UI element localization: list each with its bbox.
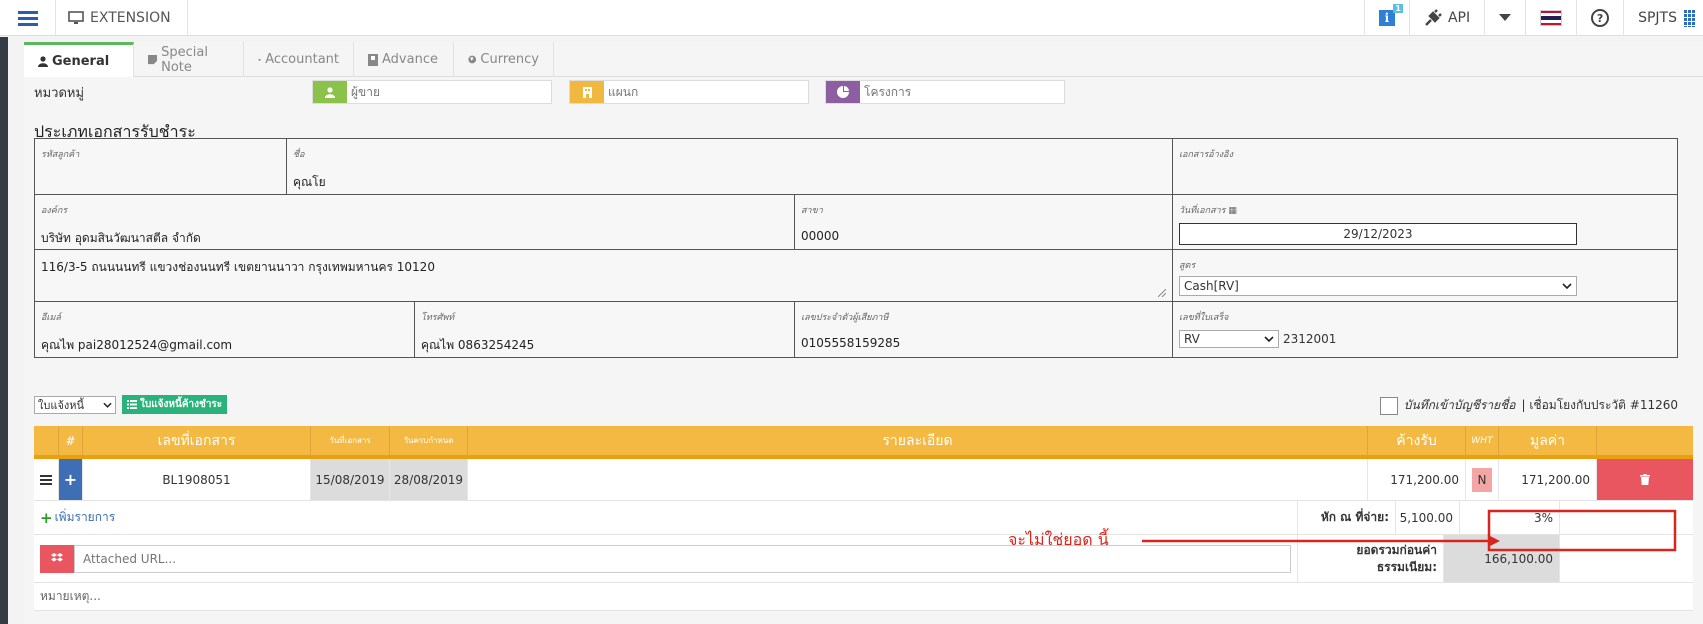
annotation-arrow xyxy=(1142,509,1677,552)
